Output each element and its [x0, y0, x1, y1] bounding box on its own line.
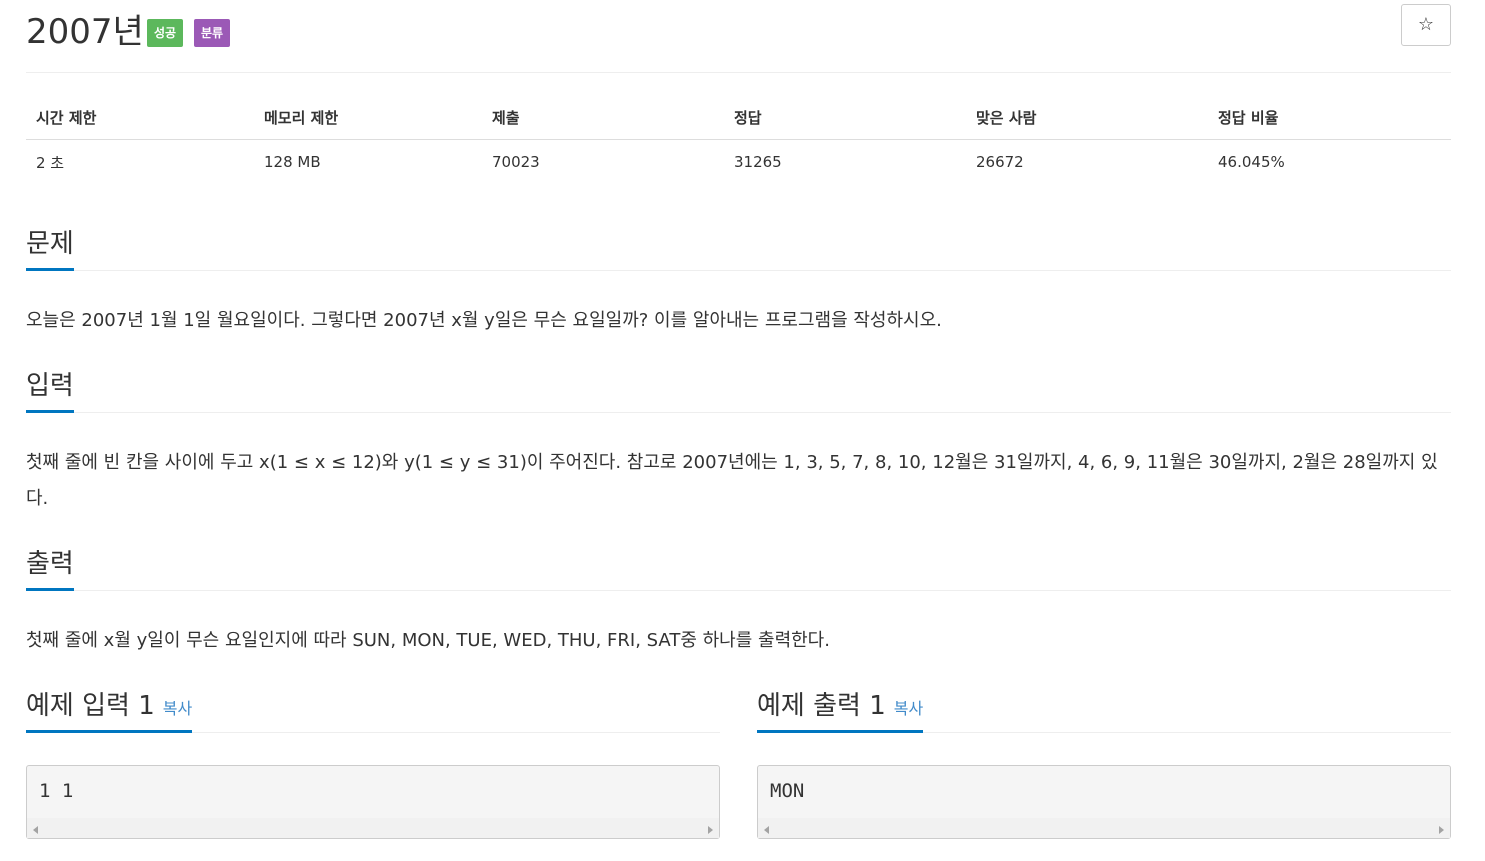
problem-page: 2007년 성공 분류 ☆ 시간 제한 메모리 제한 제출 정답 맞은 사람 정… — [26, 0, 1451, 839]
sample-output-heading: 예제 출력 1 — [757, 691, 886, 721]
input-heading: 입력 — [26, 365, 74, 413]
sample-output-box[interactable]: MON — [757, 765, 1451, 839]
page-title: 2007년 — [26, 12, 144, 52]
sample-output-heading-wrap: 예제 출력 1 복사 — [757, 685, 924, 733]
copy-input-button[interactable]: 복사 — [163, 699, 192, 718]
value-ratio: 46.045% — [1218, 153, 1285, 171]
star-icon: ☆ — [1417, 14, 1435, 35]
success-badge[interactable]: 성공 — [147, 19, 184, 47]
scroll-right-icon[interactable] — [708, 826, 713, 834]
sample-output-header: 예제 출력 1 복사 — [757, 686, 1451, 733]
sample-input-box[interactable]: 1 1 — [26, 765, 720, 839]
category-badge[interactable]: 분류 — [194, 19, 231, 47]
sample-input-heading: 예제 입력 1 — [26, 691, 155, 721]
horizontal-scrollbar[interactable] — [758, 818, 1450, 838]
header-memory-limit: 메모리 제한 — [254, 95, 482, 140]
input-section: 입력 첫째 줄에 빈 칸을 사이에 두고 x(1 ≤ x ≤ 12)와 y(1 … — [26, 366, 1451, 517]
sample-input-header: 예제 입력 1 복사 — [26, 686, 720, 733]
value-submissions: 70023 — [492, 153, 540, 171]
output-description: 첫째 줄에 x월 y일이 무슨 요일인지에 따라 SUN, MON, TUE, … — [26, 630, 830, 651]
problem-description: 오늘은 2007년 1월 1일 월요일이다. 그렇다면 2007년 x월 y일은… — [26, 310, 942, 331]
table-row: 2 초 128 MB 70023 31265 26672 46.045% — [26, 140, 1451, 185]
copy-output-button[interactable]: 복사 — [894, 699, 923, 718]
problem-heading: 문제 — [26, 223, 74, 271]
header-time-limit: 시간 제한 — [26, 95, 254, 140]
title-row: 2007년 성공 분류 ☆ — [26, 0, 1451, 73]
value-accepted: 31265 — [734, 153, 782, 171]
input-description: 첫째 줄에 빈 칸을 사이에 두고 x(1 ≤ x ≤ 12)와 y(1 ≤ y… — [26, 452, 1438, 509]
header-accepted: 정답 — [724, 95, 966, 140]
sample-output-content: MON — [770, 780, 805, 802]
scroll-left-icon[interactable] — [764, 826, 769, 834]
sample-input-heading-wrap: 예제 입력 1 복사 — [26, 685, 193, 733]
sample-input-panel: 예제 입력 1 복사 1 1 — [26, 686, 720, 839]
scroll-right-icon[interactable] — [1439, 826, 1444, 834]
table-header-row: 시간 제한 메모리 제한 제출 정답 맞은 사람 정답 비율 — [26, 95, 1451, 140]
problem-info-table: 시간 제한 메모리 제한 제출 정답 맞은 사람 정답 비율 2 초 128 M… — [26, 95, 1451, 184]
value-memory-limit: 128 MB — [264, 153, 321, 171]
star-button[interactable]: ☆ — [1401, 4, 1451, 46]
problem-section-header: 문제 — [26, 224, 1451, 271]
output-section-header: 출력 — [26, 544, 1451, 591]
problem-section: 문제 오늘은 2007년 1월 1일 월요일이다. 그렇다면 2007년 x월 … — [26, 224, 1451, 339]
header-submissions: 제출 — [482, 95, 724, 140]
header-ratio: 정답 비율 — [1208, 95, 1451, 140]
sample-output-panel: 예제 출력 1 복사 MON — [757, 686, 1451, 839]
output-heading: 출력 — [26, 543, 74, 591]
sample-input-content: 1 1 — [39, 780, 74, 802]
value-solvers: 26672 — [976, 153, 1024, 171]
value-time-limit: 2 초 — [36, 153, 65, 172]
output-section: 출력 첫째 줄에 x월 y일이 무슨 요일인지에 따라 SUN, MON, TU… — [26, 544, 1451, 659]
header-solvers: 맞은 사람 — [966, 95, 1208, 140]
scroll-left-icon[interactable] — [33, 826, 38, 834]
input-section-header: 입력 — [26, 366, 1451, 413]
horizontal-scrollbar[interactable] — [27, 818, 719, 838]
